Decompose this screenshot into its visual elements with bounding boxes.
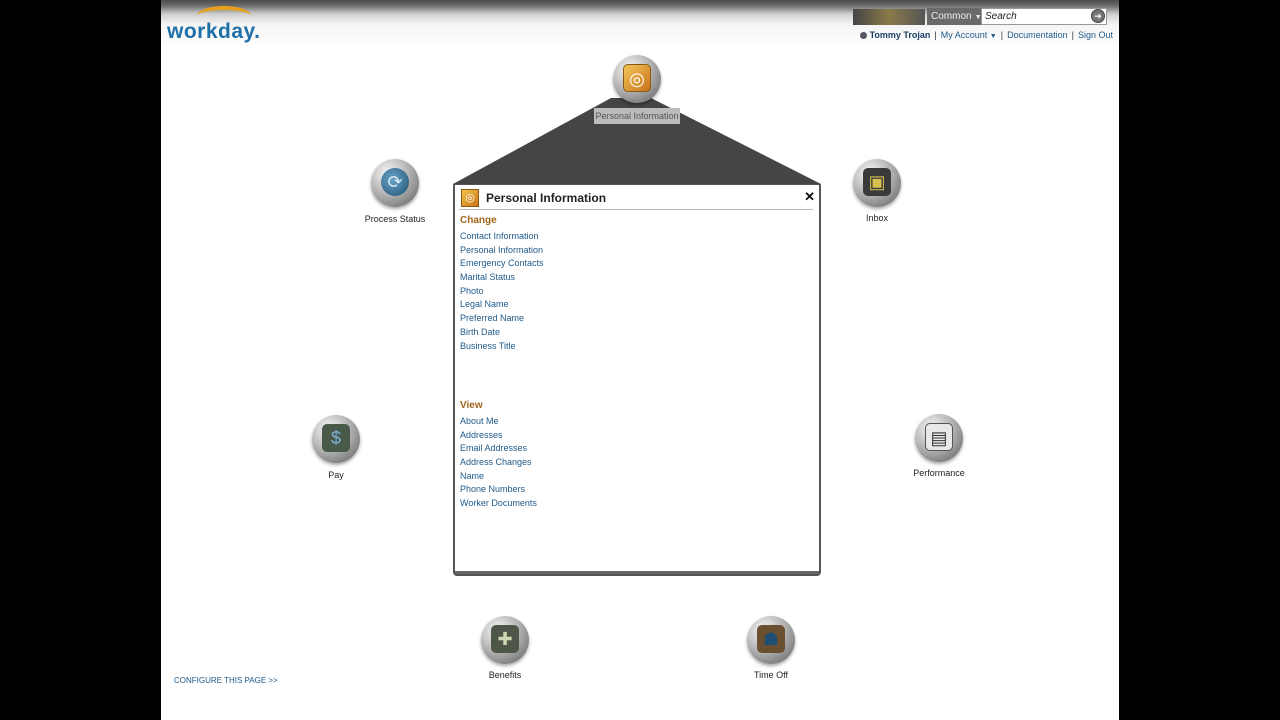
link-personal-information[interactable]: Personal Information xyxy=(460,244,544,258)
link-marital-status[interactable]: Marital Status xyxy=(460,271,544,285)
close-icon[interactable]: ✕ xyxy=(804,189,815,205)
desk-worker-icon: ☗ xyxy=(757,625,785,653)
hub-orb: ▣ xyxy=(853,159,901,207)
link-about-me[interactable]: About Me xyxy=(460,415,537,429)
link-emergency-contacts[interactable]: Emergency Contacts xyxy=(460,257,544,271)
hub-label-inbox: Inbox xyxy=(865,213,889,223)
hub-label-performance: Performance xyxy=(913,468,965,478)
hub-label-time-off: Time Off xyxy=(753,670,788,680)
change-links: Contact Information Personal Information… xyxy=(460,230,544,353)
hub-pay[interactable]: $ Pay xyxy=(312,415,360,480)
hub-label-benefits: Benefits xyxy=(488,670,522,680)
globe-icon: ⟳ xyxy=(381,168,409,196)
medical-kit-icon: ✚ xyxy=(491,625,519,653)
workday-app: workday. Common▼ ➔ Tommy Trojan|My Accou… xyxy=(161,0,1119,720)
link-photo[interactable]: Photo xyxy=(460,285,544,299)
hub-orb: ⟳ xyxy=(371,159,419,207)
configure-page-link[interactable]: CONFIGURE THIS PAGE >> xyxy=(174,676,278,685)
clipboard-icon: ▤ xyxy=(925,423,953,451)
link-legal-name[interactable]: Legal Name xyxy=(460,298,544,312)
view-links: About Me Addresses Email Addresses Addre… xyxy=(460,415,537,511)
link-phone-numbers[interactable]: Phone Numbers xyxy=(460,483,537,497)
hub-orb: $ xyxy=(312,415,360,463)
hub-time-off[interactable]: ☗ Time Off xyxy=(747,616,795,680)
personal-information-popup: ◎ Personal Information ✕ Change Contact … xyxy=(453,184,821,576)
money-icon: $ xyxy=(322,424,350,452)
link-email-addresses[interactable]: Email Addresses xyxy=(460,442,537,456)
hub-orb: ▤ xyxy=(915,414,963,462)
section-title-view: View xyxy=(460,400,483,411)
link-preferred-name[interactable]: Preferred Name xyxy=(460,312,544,326)
hub-orb: ◎ xyxy=(613,55,661,103)
inbox-tray-icon: ▣ xyxy=(863,168,891,196)
link-business-title[interactable]: Business Title xyxy=(460,340,544,354)
link-address-changes[interactable]: Address Changes xyxy=(460,456,537,470)
section-title-change: Change xyxy=(460,215,497,226)
hub-label-pay: Pay xyxy=(328,470,344,480)
hub-orb: ✚ xyxy=(481,616,529,664)
hub-benefits[interactable]: ✚ Benefits xyxy=(481,616,529,680)
hub-performance[interactable]: ▤ Performance xyxy=(913,414,965,478)
hub-personal-information[interactable]: ◎ xyxy=(613,55,661,103)
hub-inbox[interactable]: ▣ Inbox xyxy=(853,159,901,223)
link-addresses[interactable]: Addresses xyxy=(460,429,537,443)
fingerprint-icon: ◎ xyxy=(623,64,651,92)
hub-label-process-status: Process Status xyxy=(364,214,426,224)
link-worker-documents[interactable]: Worker Documents xyxy=(460,497,537,511)
link-birth-date[interactable]: Birth Date xyxy=(460,326,544,340)
fingerprint-icon: ◎ xyxy=(461,189,479,207)
hub-orb: ☗ xyxy=(747,616,795,664)
hub-process-status[interactable]: ⟳ Process Status xyxy=(365,159,425,224)
popup-header: ◎ Personal Information ✕ xyxy=(459,187,815,210)
link-name[interactable]: Name xyxy=(460,470,537,484)
link-contact-information[interactable]: Contact Information xyxy=(460,230,544,244)
popup-title: Personal Information xyxy=(486,191,607,205)
hub-label-personal-information: Personal Information xyxy=(594,108,680,124)
